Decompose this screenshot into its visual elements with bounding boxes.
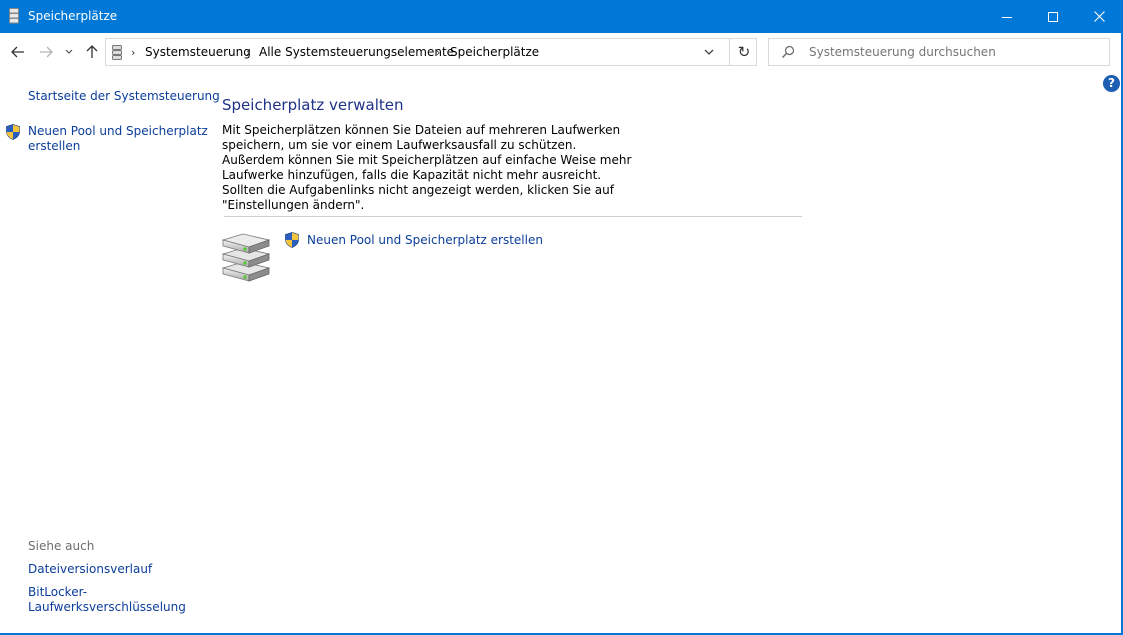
storage-spaces-icon xyxy=(112,45,122,60)
close-button[interactable] xyxy=(1076,0,1122,33)
back-button[interactable] xyxy=(8,41,28,63)
window-title: Speicherplätze xyxy=(28,9,118,23)
sidebar-link-bitlocker-line2: Laufwerksverschlüsselung xyxy=(28,600,186,614)
navigation-bar: › Systemsteuerung › Alle Systemsteuerung… xyxy=(0,33,1123,71)
uac-shield-icon xyxy=(285,232,299,248)
sidebar-link-bitlocker-line1: BitLocker- xyxy=(28,585,88,599)
page-title: Speicherplatz verwalten xyxy=(222,96,404,114)
chevron-down-icon xyxy=(65,49,73,54)
search-icon xyxy=(782,45,795,58)
arrow-right-icon xyxy=(40,46,53,58)
help-button[interactable]: ? xyxy=(1103,75,1120,92)
see-also-heading: Siehe auch xyxy=(28,539,95,553)
storage-spaces-icon xyxy=(9,8,19,24)
maximize-icon xyxy=(1048,11,1058,22)
sidebar-link-new-pool-line1: Neuen Pool und Speicherplatz xyxy=(28,124,208,138)
search-input[interactable] xyxy=(809,43,1099,61)
minimize-icon xyxy=(1002,16,1012,18)
task-link-new-pool[interactable]: Neuen Pool und Speicherplatz erstellen xyxy=(307,233,543,247)
breadcrumb-separator: › xyxy=(436,46,441,59)
recent-locations-button[interactable] xyxy=(62,41,76,63)
address-dropdown-icon[interactable] xyxy=(703,45,715,59)
arrow-up-icon xyxy=(86,45,98,58)
refresh-icon: ↻ xyxy=(737,43,751,61)
arrow-left-icon xyxy=(11,46,24,58)
sidebar-link-bitlocker[interactable]: BitLocker- Laufwerksverschlüsselung xyxy=(28,585,186,615)
minimize-button[interactable] xyxy=(984,0,1030,33)
address-bar[interactable]: › Systemsteuerung › Alle Systemsteuerung… xyxy=(105,38,757,66)
sidebar-link-new-pool[interactable]: Neuen Pool und Speicherplatz erstellen xyxy=(28,124,208,154)
sidebar-link-file-history[interactable]: Dateiversionsverlauf xyxy=(28,562,152,577)
drive-stack-icon xyxy=(221,233,271,282)
page-description: Mit Speicherplätzen können Sie Dateien a… xyxy=(222,123,632,212)
title-bar: Speicherplätze xyxy=(0,0,1123,33)
breadcrumb-alle-elemente[interactable]: Alle Systemsteuerungselemente xyxy=(259,45,454,59)
sidebar-link-new-pool-line2: erstellen xyxy=(28,139,81,153)
sidebar-link-home[interactable]: Startseite der Systemsteuerung xyxy=(28,89,220,104)
breadcrumb-separator: › xyxy=(246,46,251,59)
maximize-button[interactable] xyxy=(1030,0,1076,33)
divider xyxy=(224,216,802,217)
uac-shield-icon xyxy=(6,124,20,140)
search-box[interactable] xyxy=(768,38,1110,66)
forward-button[interactable] xyxy=(36,41,56,63)
up-button[interactable] xyxy=(82,41,102,63)
close-icon xyxy=(1093,11,1105,22)
refresh-button[interactable]: ↻ xyxy=(729,39,758,65)
breadcrumb-speicherplaetze[interactable]: Speicherplätze xyxy=(450,45,539,59)
breadcrumb-systemsteuerung[interactable]: Systemsteuerung xyxy=(145,45,251,59)
breadcrumb-separator: › xyxy=(131,46,136,59)
